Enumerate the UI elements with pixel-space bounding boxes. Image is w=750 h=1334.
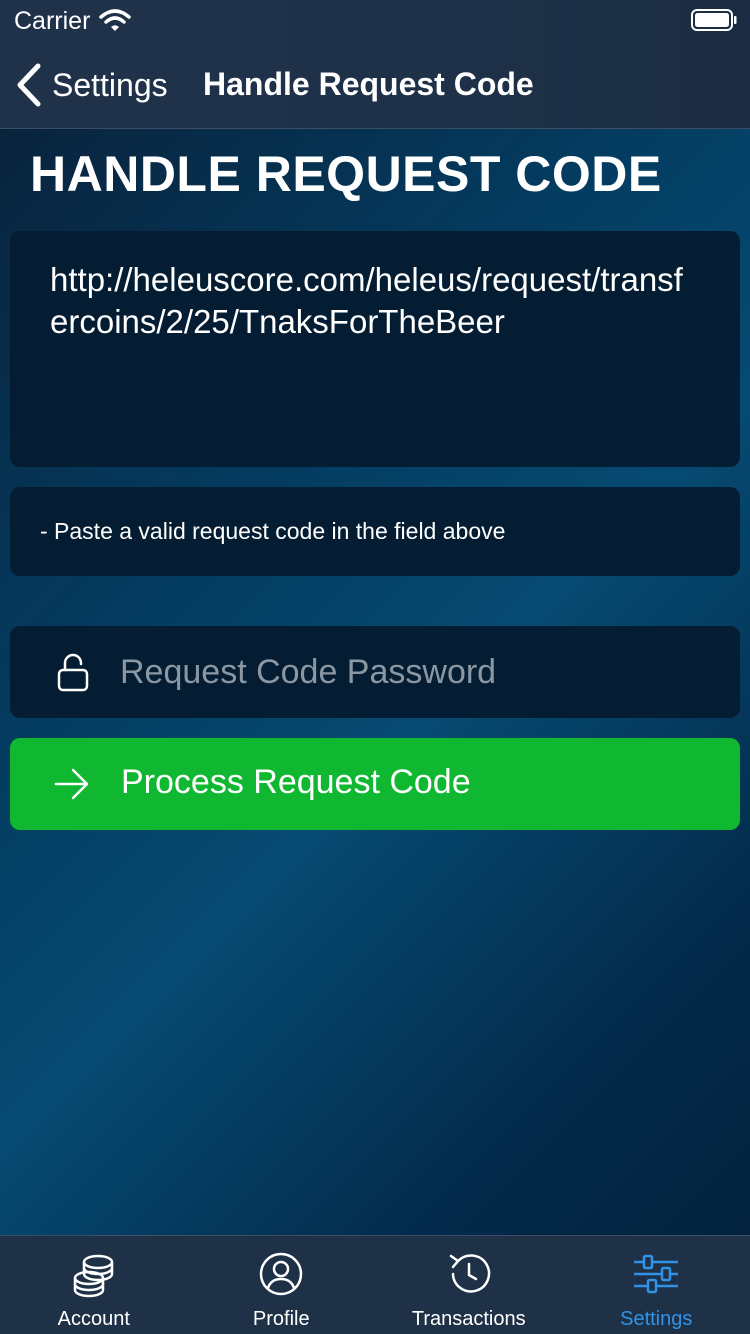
wifi-icon xyxy=(99,9,131,31)
password-input[interactable] xyxy=(120,626,720,718)
back-button[interactable]: Settings xyxy=(16,62,168,108)
tab-profile[interactable]: Profile xyxy=(188,1236,376,1334)
chevron-left-icon xyxy=(17,63,41,107)
process-button-label: Process Request Code xyxy=(121,763,471,801)
carrier-label: Carrier xyxy=(14,7,91,35)
tab-label-profile: Profile xyxy=(252,1308,310,1330)
info-message: - Paste a valid request code in the fiel… xyxy=(10,487,740,576)
tab-label-settings: Settings xyxy=(620,1308,693,1330)
process-request-code-button[interactable]: Process Request Code xyxy=(10,738,740,830)
nav-title: Handle Request Code xyxy=(203,66,534,102)
password-field[interactable] xyxy=(10,626,740,718)
navigation-bar: Settings Handle Request Code xyxy=(0,52,750,122)
battery-icon xyxy=(691,9,737,31)
page-heading: HANDLE REQUEST CODE xyxy=(30,146,662,202)
sliders-icon xyxy=(634,1254,679,1294)
top-bar: Carrier Settings Handle Request Code xyxy=(0,0,750,129)
tab-bar: Account Profile Transactions Settings xyxy=(0,1235,750,1334)
status-bar: Carrier xyxy=(0,0,750,40)
lock-icon xyxy=(57,653,89,692)
tab-account[interactable]: Account xyxy=(0,1236,188,1334)
tab-transactions[interactable]: Transactions xyxy=(375,1236,563,1334)
tab-label-account: Account xyxy=(57,1308,130,1330)
history-icon xyxy=(449,1254,490,1293)
request-code-textarea[interactable]: http://heleuscore.com/heleus/request/tra… xyxy=(10,231,740,467)
arrow-right-icon xyxy=(54,768,89,800)
user-circle-icon xyxy=(260,1252,303,1296)
tab-label-transactions: Transactions xyxy=(411,1308,526,1330)
tab-settings[interactable]: Settings xyxy=(563,1236,750,1334)
info-text: - Paste a valid request code in the fiel… xyxy=(40,518,506,544)
coins-icon xyxy=(73,1254,113,1298)
back-label: Settings xyxy=(52,66,168,103)
